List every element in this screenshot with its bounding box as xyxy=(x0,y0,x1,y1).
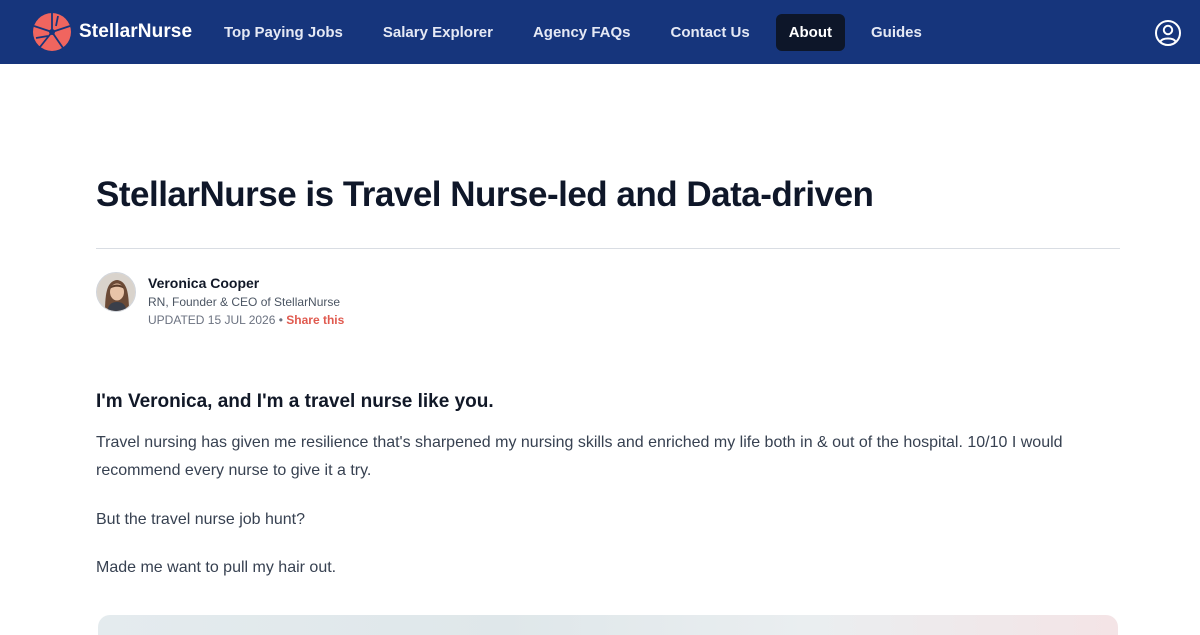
nav-contact-us[interactable]: Contact Us xyxy=(657,14,764,51)
nav-salary-explorer[interactable]: Salary Explorer xyxy=(369,14,507,51)
top-navbar: StellarNurse Top Paying Jobs Salary Expl… xyxy=(0,0,1200,64)
user-account-button[interactable] xyxy=(1154,19,1182,47)
author-avatar xyxy=(96,272,136,312)
brand-logo-link[interactable]: StellarNurse xyxy=(32,12,192,52)
article-meta: UPDATED 15 JUL 2026 • Share this xyxy=(148,313,344,327)
nav-guides[interactable]: Guides xyxy=(857,14,936,51)
author-name: Veronica Cooper xyxy=(148,275,260,291)
paragraph-job-hunt: But the travel nurse job hunt? xyxy=(96,511,306,528)
nav-top-paying-jobs[interactable]: Top Paying Jobs xyxy=(210,14,357,51)
intro-heading: I'm Veronica, and I'm a travel nurse lik… xyxy=(96,391,494,412)
paragraph-intro: Travel nursing has given me resilience t… xyxy=(96,434,1063,479)
paragraph-hair: Made me want to pull my hair out. xyxy=(96,559,337,576)
nav-about[interactable]: About xyxy=(775,14,846,51)
brand-name: StellarNurse xyxy=(79,21,193,42)
nav-agency-faqs[interactable]: Agency FAQs xyxy=(519,14,645,51)
article-hero-image xyxy=(98,615,1118,635)
share-link[interactable]: Share this xyxy=(286,313,344,327)
author-role: RN, Founder & CEO of StellarNurse xyxy=(148,295,341,309)
updated-date: UPDATED 15 JUL 2026 xyxy=(148,313,276,327)
main-nav: Top Paying Jobs Salary Explorer Agency F… xyxy=(210,14,948,51)
meta-separator: • xyxy=(278,313,283,327)
author-portrait-image xyxy=(97,273,135,311)
author-byline: Veronica Cooper RN, Founder & CEO of Ste… xyxy=(96,272,696,327)
page-title: StellarNurse is Travel Nurse-led and Dat… xyxy=(96,175,874,214)
user-circle-icon xyxy=(1155,20,1181,46)
title-divider xyxy=(96,248,1120,249)
stellarnurse-logo-icon xyxy=(33,13,71,51)
